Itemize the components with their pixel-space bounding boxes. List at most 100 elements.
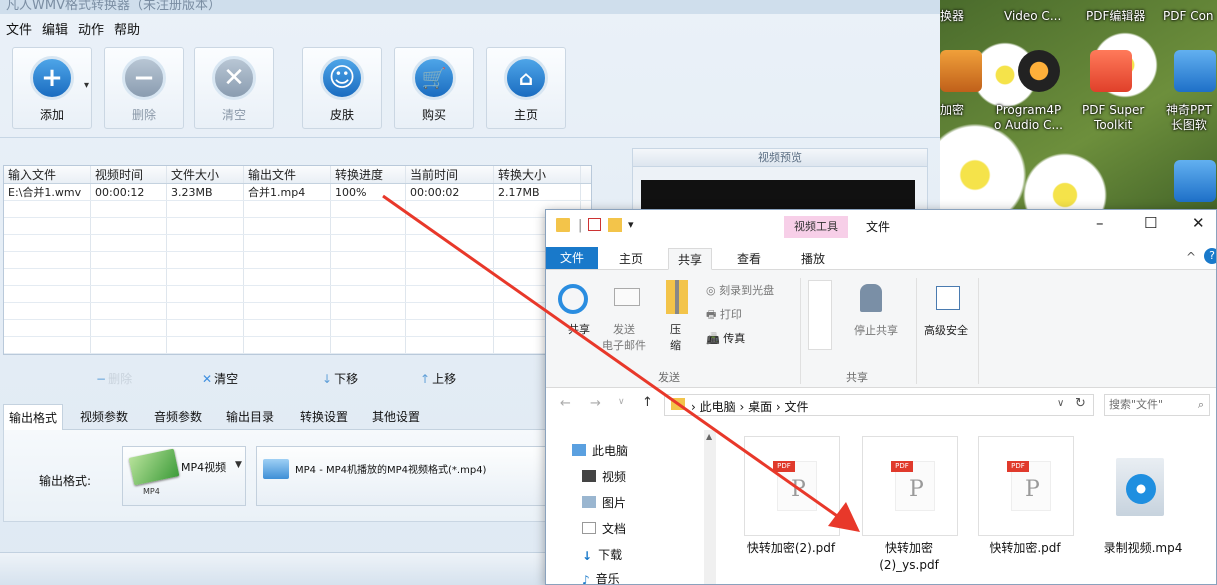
video-tools-context-tab[interactable]: 视频工具 <box>784 216 848 238</box>
folder-icon <box>556 218 570 232</box>
tab-share[interactable]: 共享 <box>668 248 713 270</box>
video-icon <box>582 470 596 482</box>
clear-x-icon: ✕ <box>212 56 256 100</box>
buy-button[interactable]: 🛒 购买 <box>394 47 474 129</box>
lock-icon[interactable] <box>940 50 982 92</box>
app-shortcut-icon[interactable] <box>1174 160 1216 202</box>
window-title: 凡人WMV格式转换器（未注册版本） <box>6 0 221 13</box>
col-converted-size[interactable]: 转换大小 <box>494 166 581 183</box>
move-down-button[interactable]: ↓ 下移 <box>322 370 358 387</box>
col-output-file[interactable]: 输出文件 <box>244 166 331 183</box>
col-video-time[interactable]: 视频时间 <box>91 166 167 183</box>
desktop-label[interactable]: 换器 <box>940 9 964 24</box>
properties-icon[interactable] <box>588 218 601 231</box>
tab-audio-params[interactable]: 音频参数 <box>149 404 207 430</box>
address-bar[interactable]: › 此电脑 › 桌面 › 文件 ∨ ↻ <box>664 394 1094 416</box>
advanced-security-button[interactable]: 高级安全 <box>924 322 968 338</box>
menu-help[interactable]: 帮助 <box>114 19 140 38</box>
tab-home[interactable]: 主页 <box>610 248 652 270</box>
list-delete-button[interactable]: − 删除 <box>96 370 132 387</box>
minimize-button[interactable]: – <box>1096 214 1104 232</box>
breadcrumb-desktop[interactable]: 桌面 <box>748 400 772 414</box>
email-button[interactable]: 发送 电子邮件 <box>602 322 646 354</box>
format-category-select[interactable]: MP4 MP4视频 ▼ <box>122 446 246 506</box>
pdf-icon[interactable] <box>1090 50 1132 92</box>
music-icon[interactable] <box>1018 50 1060 92</box>
new-folder-icon[interactable] <box>608 218 622 232</box>
desktop-label[interactable]: Video C... <box>1004 9 1061 24</box>
desktop-label[interactable]: PDF编辑器 <box>1086 9 1145 24</box>
clear-button[interactable]: ✕ 清空 <box>194 47 274 129</box>
col-current-time[interactable]: 当前时间 <box>406 166 494 183</box>
chevron-down-icon[interactable]: ∨ <box>1057 398 1064 409</box>
breadcrumb-files[interactable]: 文件 <box>785 400 809 414</box>
move-up-button[interactable]: ↑ 上移 <box>420 370 456 387</box>
nav-scrollbar[interactable]: ▲ <box>704 430 716 584</box>
tab-view[interactable]: 查看 <box>728 248 770 270</box>
delete-button[interactable]: − 删除 <box>104 47 184 129</box>
recent-dropdown[interactable]: ∨ <box>618 397 625 407</box>
add-dropdown-caret[interactable]: ▾ <box>84 80 89 91</box>
menu-file[interactable]: 文件 <box>6 19 32 38</box>
menu-action[interactable]: 动作 <box>78 19 104 38</box>
file-item[interactable]: PDF P 快转加密.pdf <box>970 434 1076 584</box>
tab-convert-settings[interactable]: 转换设置 <box>295 404 353 430</box>
tab-output-dir[interactable]: 输出目录 <box>221 404 279 430</box>
search-input[interactable]: 搜索"文件" ⌕ <box>1104 394 1210 416</box>
folder-icon <box>671 398 685 410</box>
stop-share-button[interactable]: 停止共享 <box>854 322 898 338</box>
explorer-title-bar: | ▾ 视频工具 文件 – ☐ ✕ <box>546 210 1216 244</box>
ppt-icon[interactable] <box>1174 50 1216 92</box>
maximize-button[interactable]: ☐ <box>1144 214 1157 232</box>
up-button[interactable]: ↑ <box>642 395 653 410</box>
file-item[interactable]: PDF P 快转加密 (2)_ys.pdf <box>854 434 960 584</box>
skin-button[interactable]: ☺ 皮肤 <box>302 47 382 129</box>
add-button[interactable]: + 添加 <box>12 47 92 129</box>
close-button[interactable]: ✕ <box>1192 214 1205 232</box>
breadcrumb-this-pc[interactable]: 此电脑 <box>700 400 736 414</box>
send-group-label: 发送 <box>658 371 680 384</box>
format-detail-select[interactable]: MP4 - MP4机播放的MP4视频格式(*.mp4) <box>256 446 546 506</box>
ribbon-collapse-icon[interactable]: ^ <box>1186 250 1196 264</box>
zip-button[interactable]: 压 缩 <box>670 322 681 354</box>
col-file-size[interactable]: 文件大小 <box>167 166 244 183</box>
tab-output-format[interactable]: 输出格式 <box>3 404 64 430</box>
nav-music[interactable]: ♪ 音乐 <box>582 570 620 584</box>
print-button[interactable]: 🖶 打印 <box>706 306 742 325</box>
tab-play[interactable]: 播放 <box>792 248 834 270</box>
burn-disc-button[interactable]: ◎ 刻录到光盘 <box>706 282 774 298</box>
col-progress[interactable]: 转换进度 <box>331 166 406 183</box>
lock-icon <box>860 284 882 312</box>
cart-icon: 🛒 <box>412 56 456 100</box>
fax-button[interactable]: 📠 传真 <box>706 330 745 346</box>
nav-this-pc[interactable]: 此电脑 <box>572 442 628 459</box>
file-item[interactable]: PDF P 快转加密(2).pdf <box>736 434 842 584</box>
file-item[interactable]: 录制视频.mp4 <box>1088 434 1194 584</box>
file-name: 录制视频.mp4 <box>1103 541 1183 555</box>
video-file-icon <box>1116 458 1164 516</box>
quick-access-dropdown[interactable]: ▾ <box>628 218 634 231</box>
share-icon <box>558 284 588 314</box>
refresh-icon[interactable]: ↻ <box>1075 396 1086 411</box>
table-row[interactable]: E:\合并1.wmv 00:00:12 3.23MB 合并1.mp4 100% … <box>4 184 591 201</box>
nav-documents[interactable]: 文档 <box>582 520 626 537</box>
nav-videos[interactable]: 视频 <box>582 468 626 485</box>
share-with-list[interactable] <box>808 280 832 350</box>
col-input-file[interactable]: 输入文件 <box>4 166 91 183</box>
home-button[interactable]: ⌂ 主页 <box>486 47 566 129</box>
tab-file[interactable]: 文件 <box>546 247 599 269</box>
menu-edit[interactable]: 编辑 <box>42 19 68 38</box>
share-button[interactable]: 共享 <box>568 322 590 337</box>
tab-video-params[interactable]: 视频参数 <box>75 404 133 430</box>
window-name: 文件 <box>866 220 891 234</box>
smiley-icon: ☺ <box>320 56 364 100</box>
tab-other-settings[interactable]: 其他设置 <box>367 404 425 430</box>
desktop-label[interactable]: PDF Con <box>1163 9 1214 24</box>
nav-downloads[interactable]: ↓ 下载 <box>582 546 622 563</box>
list-clear-button[interactable]: ✕ 清空 <box>202 370 238 387</box>
back-button[interactable]: ← <box>560 396 571 411</box>
nav-pictures[interactable]: 图片 <box>582 494 626 511</box>
scroll-up-icon[interactable]: ▲ <box>706 432 712 441</box>
help-icon[interactable]: ? <box>1204 248 1216 264</box>
forward-button[interactable]: → <box>590 396 601 411</box>
